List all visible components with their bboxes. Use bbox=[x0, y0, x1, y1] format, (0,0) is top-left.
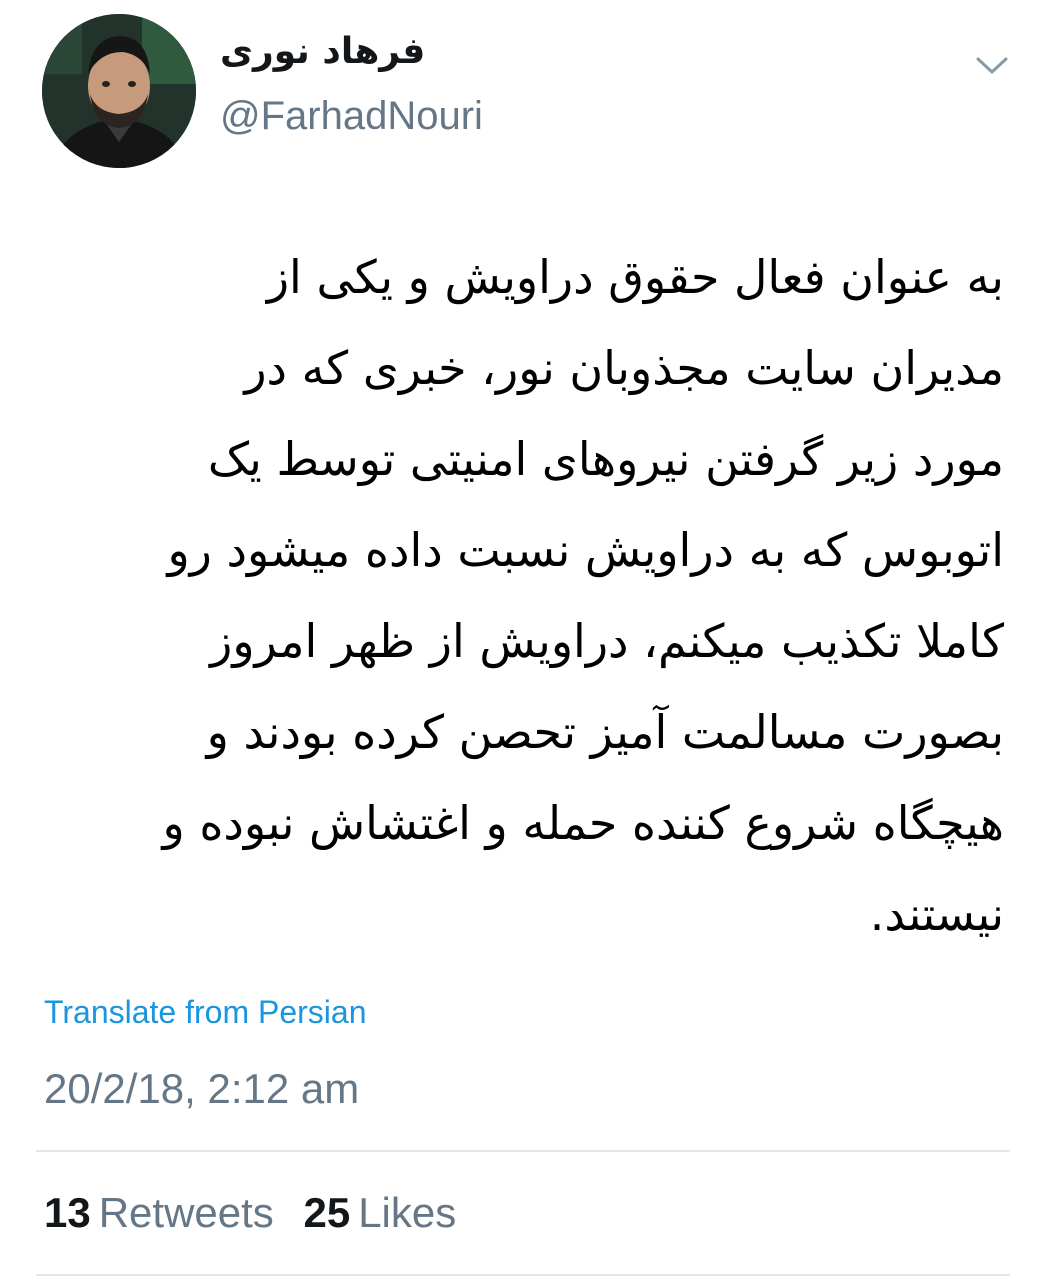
author-handle[interactable]: @FarhadNouri bbox=[220, 92, 483, 140]
avatar-photo bbox=[42, 14, 196, 168]
divider bbox=[36, 1274, 1010, 1276]
retweets-label: Retweets bbox=[98, 1189, 274, 1236]
tweet-text-line: بصورت مسالمت آمیز تحصن کرده بودند و bbox=[206, 705, 1004, 759]
chevron-down-icon[interactable] bbox=[972, 50, 1012, 80]
tweet-text-line: مدیران سایت مجذوبان نور، خبری که در bbox=[244, 341, 1004, 395]
tweet-text-line: کاملا تکذیب میکنم، دراویش از ظهر امروز bbox=[210, 614, 1004, 668]
tweet-text-line: اتوبوس که به دراویش نسبت داده میشود رو bbox=[167, 523, 1004, 577]
likes-stat[interactable]: 25 Likes bbox=[303, 1188, 456, 1238]
tweet-text-line: نیستند. bbox=[869, 887, 1004, 941]
tweet-text-line: هیچگاه شروع کننده حمله و اغتشاش نبوده و bbox=[162, 796, 1005, 850]
tweet-text: به عنوان فعال حقوق دراویش و یکی از مدیرا… bbox=[44, 232, 1005, 960]
likes-count: 25 bbox=[303, 1189, 351, 1236]
tweet-text-line: مورد زیر گرفتن نیروهای امنیتی توسط یک bbox=[207, 432, 1004, 486]
tweet-timestamp[interactable]: 20/2/18, 2:12 am bbox=[44, 1064, 359, 1114]
avatar[interactable] bbox=[42, 14, 196, 168]
tweet-text-line: به عنوان فعال حقوق دراویش و یکی از bbox=[266, 250, 1004, 304]
tweet-stats: 13 Retweets 25 Likes bbox=[44, 1188, 474, 1238]
likes-label: Likes bbox=[358, 1189, 457, 1236]
translate-link[interactable]: Translate from Persian bbox=[44, 993, 366, 1031]
retweets-stat[interactable]: 13 Retweets bbox=[44, 1188, 274, 1238]
divider bbox=[36, 1150, 1010, 1152]
author-display-name[interactable]: فرهاد نوری bbox=[220, 30, 425, 73]
retweets-count: 13 bbox=[44, 1189, 91, 1236]
